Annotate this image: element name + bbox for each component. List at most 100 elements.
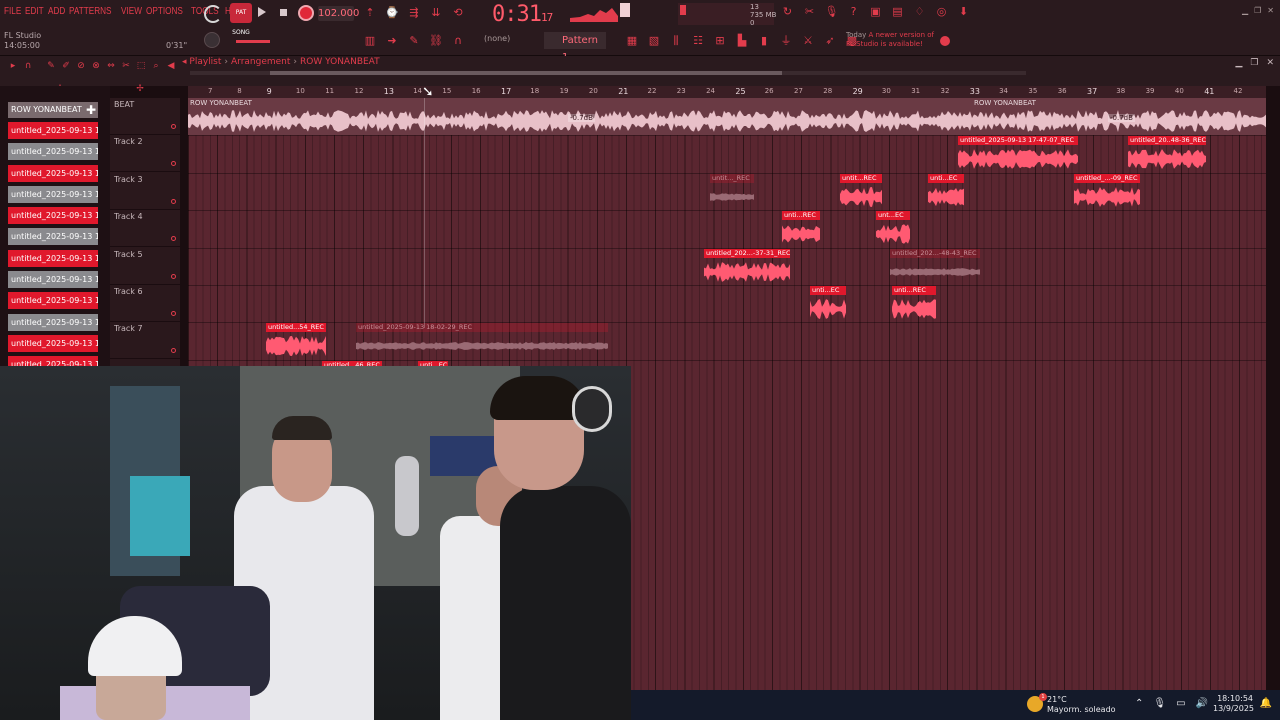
audio-clip[interactable]: unt...EC: [876, 211, 910, 248]
delete-icon[interactable]: ⊘: [76, 59, 86, 73]
track-header[interactable]: Track 5: [110, 248, 180, 285]
piano-roll-icon[interactable]: ▧: [646, 34, 662, 48]
audio-clip[interactable]: untitled...54_REC: [266, 323, 326, 360]
audio-clip[interactable]: unti...REC: [892, 286, 936, 323]
track-enable-icon[interactable]: [171, 124, 176, 129]
magnet-snap-icon[interactable]: ∩: [23, 59, 33, 73]
track-header[interactable]: Track 6: [110, 285, 180, 322]
notification-bell-icon[interactable]: 🔔: [1260, 698, 1272, 709]
timeline-ruler[interactable]: 7 8 9 10 11 12 13 14 15 16 17 18 19 20 21 22 23 24 25 26 27 2…: [188, 86, 1266, 98]
render-icon[interactable]: ▣: [868, 5, 883, 19]
picker-clip-item[interactable]: untitled_2025-09-13 17-...: [8, 143, 98, 161]
audio-clip[interactable]: untitled_2025-09-13 18-02-29_REC: [356, 323, 608, 360]
picker-add-icon[interactable]: ✚: [86, 102, 96, 118]
menu-options[interactable]: OPTIONS: [146, 6, 183, 17]
beat-clip-label-left[interactable]: ROW YONANBEAT: [190, 99, 252, 107]
audio-clip[interactable]: untit...REC: [840, 173, 882, 211]
tray-volume-icon[interactable]: 🔊: [1196, 698, 1208, 709]
close-icon[interactable]: ✕: [1267, 6, 1274, 15]
mixer-icon[interactable]: ⫼: [668, 34, 684, 48]
picker-clip-item[interactable]: untitled_2025-09-13 17-...: [8, 185, 98, 203]
scrollbar-thumb[interactable]: [270, 71, 782, 75]
slice-icon[interactable]: ✂: [121, 59, 131, 73]
audio-clip[interactable]: unti...REC: [782, 211, 820, 248]
picker-clip-item[interactable]: untitled_2025-09-13 17-...: [8, 271, 98, 289]
plugin-icon[interactable]: ♢: [912, 5, 927, 19]
tempo-display[interactable]: 102.000: [318, 6, 359, 21]
crosshair-icon[interactable]: ✢: [132, 82, 148, 96]
menu-patterns[interactable]: PATTERNS: [69, 6, 112, 17]
magnet-icon[interactable]: ∩: [450, 34, 466, 48]
metronome-icon[interactable]: ⇡: [362, 6, 378, 20]
tray-chevron-icon[interactable]: ⌃: [1135, 698, 1143, 709]
playlist-minimize-icon[interactable]: ▁: [1235, 58, 1242, 68]
download-icon[interactable]: ⬇: [956, 5, 971, 19]
track-header[interactable]: BEAT: [110, 98, 180, 135]
picker-clip-item[interactable]: untitled_2025-09-13 17-...: [8, 356, 98, 366]
play-button[interactable]: [258, 7, 266, 17]
zoom-icon[interactable]: ⌕: [151, 59, 161, 73]
plugin-database-icon[interactable]: ⊞: [712, 34, 728, 48]
arrow-icon[interactable]: ➶: [822, 34, 838, 48]
mic-icon[interactable]: 🎙: [824, 5, 839, 19]
playlist-restore-icon[interactable]: ❐: [1250, 58, 1258, 68]
master-volume-knob[interactable]: [204, 32, 220, 48]
pat-song-toggle[interactable]: PAT SONG: [230, 3, 252, 36]
picker-header[interactable]: ROW YONANBEAT: [8, 102, 98, 118]
slip-icon[interactable]: ⇔: [106, 59, 116, 73]
audio-clip[interactable]: unti...EC: [928, 173, 964, 211]
beat-clip-label-right[interactable]: ROW YONANBEAT: [974, 99, 1036, 107]
mute-icon[interactable]: ⊗: [91, 59, 101, 73]
weather-widget[interactable]: 21°C Mayorm. soleado: [1047, 695, 1116, 715]
undo-history-icon[interactable]: ↻: [780, 5, 795, 19]
blend-notes-icon[interactable]: ⇊: [428, 6, 444, 20]
wait-input-icon[interactable]: ⌚: [384, 6, 400, 20]
channel-rack-icon[interactable]: ▦: [624, 34, 640, 48]
picker-clip-item[interactable]: untitled_2025-09-13 17-...: [8, 228, 98, 246]
touch-icon[interactable]: ▮: [756, 34, 772, 48]
menu-file[interactable]: FILE: [4, 6, 21, 17]
plug-icon[interactable]: ⏚: [778, 34, 794, 48]
menu-add[interactable]: ADD: [48, 6, 65, 17]
audio-clip[interactable]: unti...EC: [810, 286, 846, 323]
news-icon[interactable]: [940, 36, 950, 46]
audio-clip[interactable]: untitled_20..48-36_REC: [1128, 136, 1206, 173]
audio-clip[interactable]: untitled_...-09_REC: [1074, 173, 1140, 211]
playback-icon[interactable]: ◀: [166, 59, 176, 73]
news-panel[interactable]: Today A newer version of FL Studio is av…: [846, 31, 936, 49]
menu-edit[interactable]: EDIT: [25, 6, 44, 17]
tray-network-icon[interactable]: ▭: [1176, 698, 1185, 709]
paint-icon[interactable]: ✐: [61, 59, 71, 73]
countdown-icon[interactable]: ⇶: [406, 6, 422, 20]
browser-icon[interactable]: ☷: [690, 34, 706, 48]
project-info-icon[interactable]: ▙: [734, 34, 750, 48]
snap-selector[interactable]: (none): [484, 34, 510, 43]
minimize-icon[interactable]: ▁: [1242, 6, 1248, 15]
menu-view[interactable]: VIEW: [121, 6, 142, 17]
picker-clip-item[interactable]: untitled_2025-09-13 17-...: [8, 207, 98, 225]
record-button[interactable]: [298, 5, 314, 21]
audio-clip[interactable]: untitled_202...-37-31_REC: [704, 248, 790, 286]
link-icon[interactable]: ⛓: [428, 34, 444, 48]
picker-clip-item[interactable]: untitled_2025-09-13 17-...: [8, 122, 98, 139]
chat-icon[interactable]: ◎: [934, 5, 949, 19]
track-enable-icon[interactable]: [171, 273, 176, 279]
loop-record-icon[interactable]: ⟲: [450, 6, 466, 20]
beat-waveform[interactable]: [188, 108, 1266, 134]
options-arrow-icon[interactable]: ▸: [8, 59, 18, 73]
restore-icon[interactable]: ❐: [1254, 6, 1261, 15]
picker-clip-item[interactable]: untitled_2025-09-13 17-...: [8, 313, 98, 331]
pattern-selector[interactable]: Pattern 1: [544, 32, 606, 63]
fx-icon[interactable]: ⚔: [800, 34, 816, 48]
save-icon[interactable]: ▤: [890, 5, 905, 19]
stop-button[interactable]: [280, 9, 287, 16]
track-header[interactable]: Track 7: [110, 322, 180, 360]
audio-clip[interactable]: untit..._REC: [710, 173, 754, 211]
picker-clip-item[interactable]: untitled_2025-09-13 17-...: [8, 292, 98, 310]
track-header[interactable]: Track 3: [110, 173, 180, 210]
track-enable-icon[interactable]: [171, 161, 176, 167]
tray-mic-icon[interactable]: 🎙: [1153, 698, 1166, 709]
picker-clip-item[interactable]: untitled_2025-09-13 17-...: [8, 249, 98, 267]
tools-icon[interactable]: ✂: [802, 5, 817, 19]
audio-clip[interactable]: untitled_202...-48-43_REC: [890, 248, 980, 286]
